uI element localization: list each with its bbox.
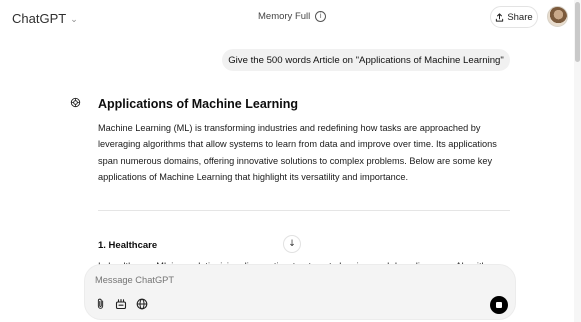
info-icon[interactable]: i bbox=[315, 11, 327, 22]
article-intro: Machine Learning (ML) is transforming in… bbox=[98, 123, 497, 182]
attach-icon bbox=[97, 298, 103, 309]
search-web-button[interactable] bbox=[135, 297, 149, 311]
message-input[interactable] bbox=[95, 274, 495, 286]
memory-status[interactable]: Memory Full i bbox=[258, 11, 327, 22]
section-heading: 1. Healthcare bbox=[98, 240, 158, 251]
upload-arrow-icon bbox=[496, 12, 504, 22]
model-selector[interactable]: ChatGPT ⌄ bbox=[12, 11, 78, 26]
message-composer bbox=[85, 265, 515, 319]
scroll-to-bottom-button[interactable]: ↓ bbox=[283, 235, 301, 253]
tools-icon bbox=[115, 298, 127, 310]
scrollbar-thumb[interactable] bbox=[575, 2, 580, 62]
stop-generating-button[interactable] bbox=[490, 296, 508, 314]
chatgpt-logo-icon bbox=[70, 97, 81, 108]
article-title: Applications of Machine Learning bbox=[98, 97, 299, 111]
share-button[interactable]: Share bbox=[490, 6, 538, 28]
chevron-down-icon: ⌄ bbox=[70, 13, 78, 24]
share-label: Share bbox=[507, 11, 533, 23]
divider bbox=[98, 210, 510, 211]
globe-icon bbox=[136, 298, 148, 310]
tools-button[interactable] bbox=[114, 297, 128, 311]
stop-icon bbox=[496, 302, 502, 308]
user-message-bubble: Give the 500 words Article on "Applicati… bbox=[222, 49, 510, 71]
top-bar: ChatGPT ⌄ Memory Full i Share bbox=[0, 0, 581, 36]
avatar[interactable] bbox=[547, 6, 568, 27]
attach-button[interactable] bbox=[93, 297, 107, 311]
user-message-text: Give the 500 words Article on "Applicati… bbox=[228, 54, 504, 66]
app-title: ChatGPT bbox=[12, 11, 67, 26]
arrow-down-icon: ↓ bbox=[288, 239, 296, 249]
memory-label: Memory Full bbox=[258, 11, 311, 22]
